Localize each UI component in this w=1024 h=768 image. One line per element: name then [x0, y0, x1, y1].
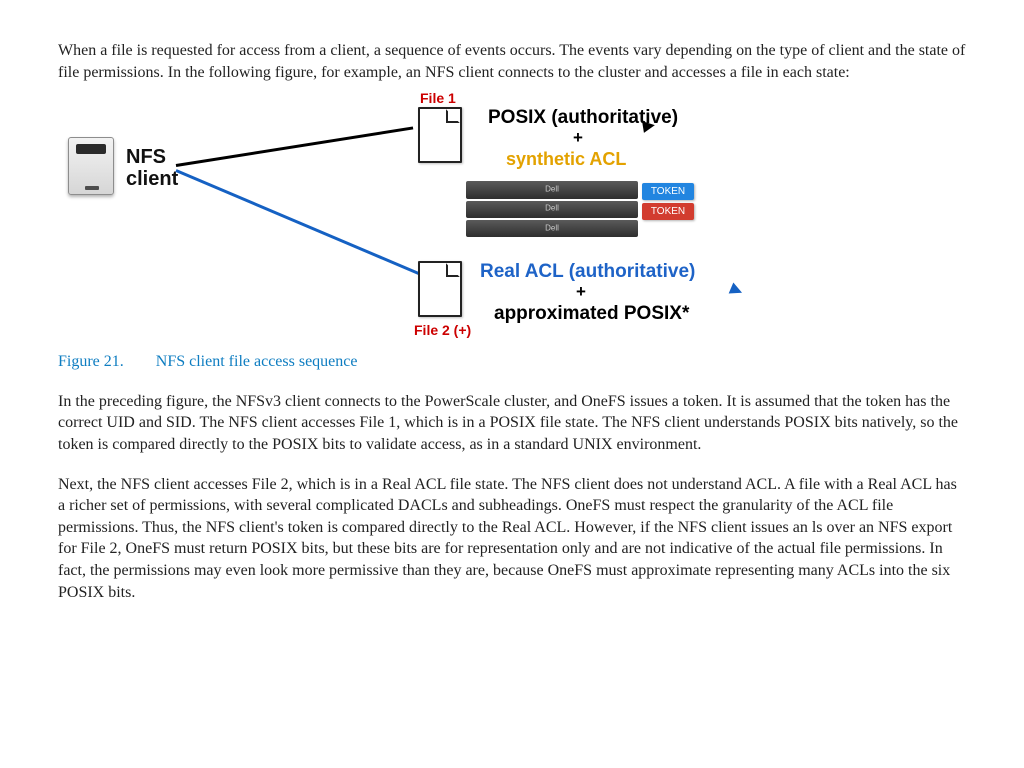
- figure-caption: Figure 21. NFS client file access sequen…: [58, 351, 966, 373]
- synthetic-acl-label: synthetic ACL: [506, 147, 626, 171]
- posix-authoritative-label: POSIX (authoritative): [488, 105, 678, 131]
- paragraph-2: In the preceding figure, the NFSv3 clien…: [58, 391, 966, 456]
- file2-label: File 2 (+): [414, 321, 471, 340]
- file2-page-icon: [418, 261, 462, 317]
- figure-caption-text: NFS client file access sequence: [156, 353, 358, 370]
- real-acl-label: Real ACL (authoritative): [480, 259, 695, 285]
- rack-unit: [466, 181, 638, 198]
- paragraph-3: Next, the NFS client accesses File 2, wh…: [58, 474, 966, 604]
- arrow-to-file2-icon: [176, 169, 461, 172]
- cluster-rack-icon: [466, 181, 638, 237]
- file1-label: File 1: [420, 89, 456, 108]
- rack-unit: [466, 220, 638, 237]
- nfs-client-line2: client: [126, 168, 178, 190]
- diagram: NFS client File 1 POSIX (authoritative) …: [68, 101, 708, 341]
- nfs-client-line1: NFS: [126, 146, 166, 168]
- figure-container: NFS client File 1 POSIX (authoritative) …: [58, 101, 966, 341]
- rack-unit: [466, 201, 638, 218]
- server-icon: [68, 137, 114, 195]
- file1-page-icon: [418, 107, 462, 163]
- figure-number: Figure 21.: [58, 353, 124, 370]
- intro-paragraph: When a file is requested for access from…: [58, 40, 966, 83]
- token-badges: TOKEN TOKEN: [642, 183, 694, 220]
- token-badge-blue: TOKEN: [642, 183, 694, 200]
- nfs-client-label: NFS client: [126, 146, 178, 190]
- approx-posix-label: approximated POSIX*: [494, 301, 689, 327]
- arrow-to-file1-icon: [176, 164, 416, 167]
- token-badge-red: TOKEN: [642, 203, 694, 220]
